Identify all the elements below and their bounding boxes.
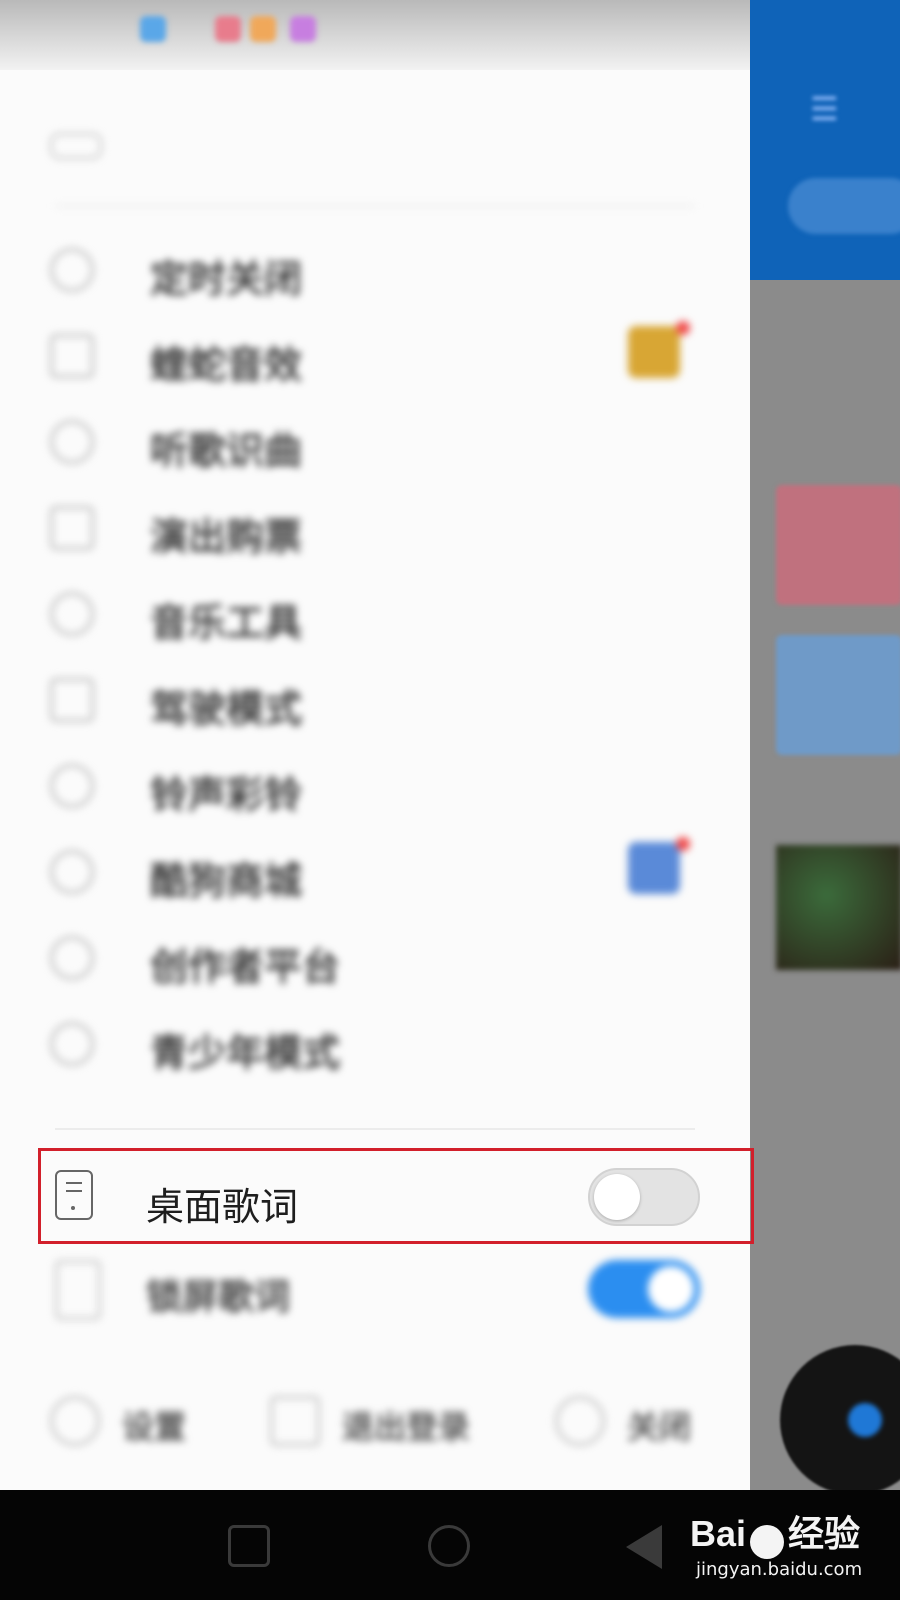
ticket-icon [50, 506, 94, 550]
notification-icon [215, 16, 241, 42]
logout-icon [270, 1396, 320, 1446]
recents-button[interactable] [228, 1525, 270, 1567]
menu-item-label: 演出购票 [150, 515, 303, 559]
vip-icon [50, 132, 102, 159]
red-dot-icon [676, 837, 690, 851]
back-button[interactable] [626, 1525, 662, 1569]
divider [55, 1128, 695, 1130]
album-cover[interactable] [776, 845, 900, 970]
background-app-panel[interactable]: ☰ [750, 0, 900, 1490]
microphone-icon [50, 420, 94, 464]
tools-icon [50, 592, 94, 636]
menu-item-sound-effect[interactable]: 蝰蛇音效 [50, 316, 700, 396]
search-bar[interactable] [788, 178, 900, 234]
account-row[interactable] [50, 130, 142, 160]
car-icon [50, 678, 94, 722]
notification-icon [140, 16, 166, 42]
status-bar [0, 0, 750, 70]
menu-icon[interactable]: ☰ [810, 90, 846, 128]
promo-badge-icon [628, 326, 680, 378]
menu-item-label: 创作者平台 [150, 945, 341, 989]
watermark-brand: Bai [690, 1513, 747, 1554]
menu-item-tickets[interactable]: 演出购票 [50, 488, 700, 568]
drawer-footer: 设置 退出登录 关闭 [50, 1390, 700, 1460]
lockscreen-lyrics-label: 锁屏歌词 [146, 1277, 291, 1318]
close-label: 关闭 [627, 1408, 692, 1446]
menu-item-teen-mode[interactable]: 青少年模式 [50, 1004, 700, 1084]
play-icon [848, 1403, 882, 1437]
playlist-card[interactable] [776, 635, 900, 755]
toggle-knob [648, 1266, 694, 1312]
menu-item-label: 蝰蛇音效 [150, 343, 303, 387]
equalizer-icon [50, 334, 94, 378]
promo-badge-icon [628, 842, 680, 894]
menu-item-label: 听歌识曲 [150, 429, 303, 473]
watermark-url: jingyan.baidu.com [696, 1558, 863, 1580]
home-button[interactable] [428, 1525, 470, 1567]
menu-item-store[interactable]: 酷狗商城 [50, 832, 700, 912]
gear-icon [50, 1396, 100, 1446]
sprout-icon [50, 1022, 94, 1066]
playlist-card[interactable] [776, 485, 900, 605]
menu-item-ringtones[interactable]: 铃声彩铃 [50, 746, 700, 826]
menu-item-label: 青少年模式 [150, 1031, 341, 1075]
power-icon [555, 1396, 605, 1446]
clock-icon [50, 248, 94, 292]
red-dot-icon [676, 321, 690, 335]
desktop-lyrics-label: 桌面歌词 [146, 1185, 299, 1229]
bell-icon [50, 764, 94, 808]
header-bar [750, 0, 900, 280]
toggle-knob [594, 1174, 640, 1220]
divider [55, 205, 695, 207]
lockscreen-lyrics-row[interactable]: 锁屏歌词 [50, 1256, 700, 1326]
notification-icon [290, 16, 316, 42]
person-icon [50, 936, 94, 980]
settings-label: 设置 [122, 1408, 187, 1446]
lockscreen-lyrics-toggle[interactable] [588, 1260, 700, 1318]
desktop-lyrics-row[interactable]: 桌面歌词 [50, 1166, 700, 1232]
menu-item-label: 驾驶模式 [150, 687, 303, 731]
menu-item-label: 音乐工具 [150, 601, 303, 645]
watermark-suffix: 经验 [788, 1513, 861, 1554]
menu-item-label: 铃声彩铃 [150, 773, 303, 817]
lockscreen-icon [55, 1260, 101, 1320]
menu-item-label: 定时关闭 [150, 257, 303, 301]
desktop-lyrics-toggle[interactable] [588, 1168, 700, 1226]
menu-item-music-tools[interactable]: 音乐工具 [50, 574, 700, 654]
menu-item-song-recognition[interactable]: 听歌识曲 [50, 402, 700, 482]
baidu-watermark: Bai 经验 jingyan.baidu.com [690, 1505, 862, 1580]
shop-icon [50, 850, 94, 894]
phone-lyrics-icon [55, 1170, 93, 1220]
menu-item-driving-mode[interactable]: 驾驶模式 [50, 660, 700, 740]
menu-item-creator-platform[interactable]: 创作者平台 [50, 918, 700, 998]
player-disc[interactable] [780, 1345, 900, 1490]
menu-item-timer[interactable]: 定时关闭 [50, 230, 700, 310]
notification-icon [250, 16, 276, 42]
logout-label: 退出登录 [342, 1408, 471, 1446]
paw-logo-icon [750, 1524, 785, 1559]
menu-item-label: 酷狗商城 [150, 859, 303, 903]
